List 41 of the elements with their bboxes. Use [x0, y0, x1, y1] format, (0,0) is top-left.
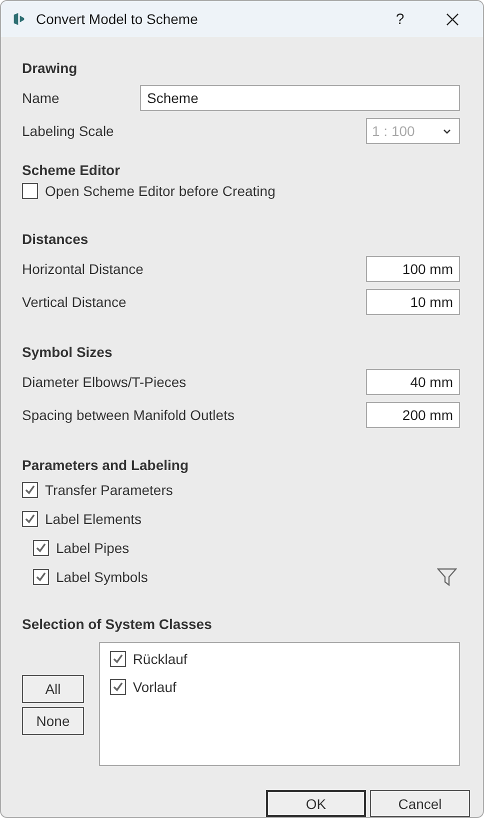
section-heading: Selection of System Classes [22, 615, 213, 634]
checkbox-label: Label Pipes [56, 540, 130, 556]
section-heading: Symbol Sizes [22, 343, 114, 362]
number-field[interactable]: 200 mm [366, 402, 460, 428]
name-field[interactable]: Scheme [140, 85, 460, 111]
field-label: Vertical Distance [22, 294, 126, 310]
checkbox-label: Label Symbols [56, 568, 148, 584]
checkbox[interactable] [33, 540, 49, 556]
chevron-icon [443, 128, 451, 134]
field-label: Labeling Scale [22, 123, 114, 139]
number-field[interactable]: 100 mm [366, 256, 460, 282]
close-icon[interactable] [446, 12, 459, 26]
checkbox[interactable] [22, 183, 38, 199]
checkbox-label: Label Elements [45, 510, 142, 526]
select-button[interactable]: None [22, 707, 84, 735]
checkbox[interactable] [110, 651, 126, 667]
dialog-button[interactable]: Cancel [370, 790, 470, 817]
select-button[interactable]: All [22, 675, 84, 703]
field-label: Diameter Elbows/T-Pieces [22, 374, 186, 390]
checkbox[interactable] [22, 510, 38, 526]
section-heading: Drawing [22, 59, 78, 78]
checkbox[interactable] [33, 568, 49, 584]
filter-icon[interactable] [437, 566, 457, 586]
dialog-button[interactable]: OK [266, 790, 366, 817]
app-logo-icon [13, 12, 25, 26]
section-heading: Scheme Editor [22, 161, 122, 180]
help-button[interactable]: ? [390, 10, 410, 28]
field-label: Horizontal Distance [22, 261, 144, 277]
checkbox[interactable] [110, 679, 126, 695]
checkbox-label: Vorlauf [132, 679, 176, 695]
number-field[interactable]: 10 mm [366, 289, 460, 315]
checkbox-label: Transfer Parameters [45, 482, 173, 498]
window-title: Convert Model to Scheme [36, 11, 199, 27]
checkbox[interactable] [22, 482, 38, 498]
field-label: Name [22, 90, 60, 106]
checkbox-label: Open Scheme Editor before Creating [45, 183, 276, 199]
section-heading: Distances [22, 230, 90, 249]
number-field[interactable]: 40 mm [366, 369, 460, 395]
section-heading: Parameters and Labeling [22, 456, 190, 475]
field-label: Spacing between Manifold Outlets [22, 407, 234, 423]
checkbox-label: Rücklauf [132, 651, 188, 667]
